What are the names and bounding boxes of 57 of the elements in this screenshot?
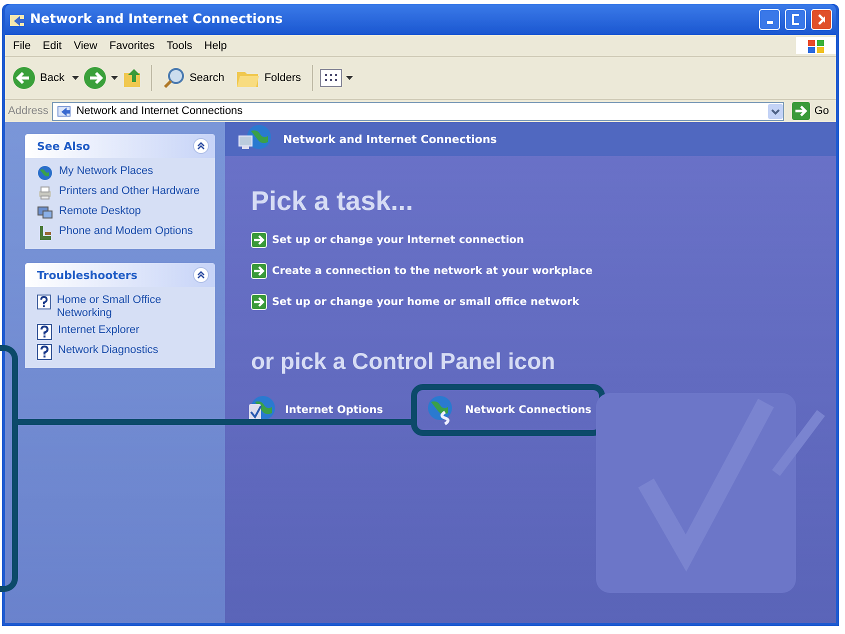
icon-heading: or pick a Control Panel icon bbox=[251, 348, 556, 375]
control-panel-label[interactable]: Internet Options bbox=[285, 404, 383, 416]
collapse-button[interactable] bbox=[193, 138, 209, 154]
address-label: Address bbox=[8, 105, 48, 117]
collapse-button[interactable] bbox=[193, 267, 209, 283]
sidebar-link[interactable]: Printers and Other Hardware bbox=[59, 185, 200, 198]
arrow-icon bbox=[251, 294, 267, 310]
close-icon bbox=[818, 14, 825, 25]
menu-item[interactable]: View bbox=[68, 40, 104, 52]
control-panel-label[interactable]: Network Connections bbox=[465, 404, 592, 416]
arrow-icon bbox=[251, 232, 267, 248]
sidebar-link[interactable]: Network Diagnostics bbox=[58, 344, 158, 357]
back-button[interactable]: Back bbox=[8, 64, 68, 92]
views-icon[interactable] bbox=[320, 69, 342, 87]
window-title: Network and Internet Connections bbox=[30, 12, 284, 27]
panel-title: See Also bbox=[37, 140, 90, 152]
sidebar-link[interactable]: Home or Small Office Networking bbox=[56, 294, 207, 320]
chevron-icon bbox=[197, 271, 205, 279]
sidebar-link[interactable]: My Network Places bbox=[59, 165, 154, 178]
page-header: Network and Internet Connections bbox=[283, 132, 497, 146]
windows-flag-icon bbox=[806, 38, 826, 54]
sidebar-link[interactable]: Phone and Modem Options bbox=[59, 225, 193, 238]
dropdown-icon[interactable] bbox=[768, 104, 784, 118]
help-icon bbox=[37, 324, 52, 340]
folders-button[interactable]: Folders bbox=[232, 65, 306, 91]
task-link[interactable]: Set up or change your Internet connection bbox=[272, 234, 524, 246]
minimize-button[interactable] bbox=[759, 9, 780, 30]
maximize-icon bbox=[792, 14, 799, 25]
close-button[interactable] bbox=[811, 9, 832, 30]
dropdown-icon[interactable] bbox=[72, 76, 80, 80]
go-button[interactable]: Go bbox=[788, 102, 833, 120]
arrow-icon bbox=[792, 102, 810, 120]
help-icon bbox=[37, 344, 52, 360]
sidebar-link[interactable]: Internet Explorer bbox=[58, 324, 140, 337]
task-link[interactable]: Create a connection to the network at your workplace bbox=[272, 265, 593, 277]
globe-icon bbox=[37, 165, 53, 181]
dropdown-icon[interactable] bbox=[111, 76, 118, 80]
search-button[interactable]: Search bbox=[159, 65, 228, 91]
maximize-button[interactable] bbox=[785, 9, 806, 30]
printer-icon bbox=[37, 185, 53, 201]
monitor-icon bbox=[37, 205, 53, 221]
search-icon bbox=[163, 67, 186, 89]
task-link[interactable]: Set up or change your home or small office network bbox=[272, 296, 580, 308]
arrow-icon bbox=[251, 263, 267, 279]
menu-item[interactable]: File bbox=[7, 40, 37, 52]
menu-item[interactable]: Edit bbox=[36, 40, 68, 52]
sidebar-link[interactable]: Remote Desktop bbox=[59, 205, 141, 218]
menu-item[interactable]: Tools bbox=[160, 40, 198, 52]
menu-item[interactable]: Help bbox=[198, 40, 233, 52]
phone-icon bbox=[37, 225, 53, 241]
panel-title: Troubleshooters bbox=[37, 268, 138, 282]
task-heading: Pick a task... bbox=[251, 186, 414, 217]
help-icon bbox=[37, 294, 51, 310]
address-field[interactable]: Network and Internet Connections bbox=[52, 102, 784, 120]
dropdown-icon[interactable] bbox=[346, 76, 354, 80]
chevron-icon bbox=[197, 142, 205, 150]
menu-item[interactable]: Favorites bbox=[103, 40, 161, 52]
